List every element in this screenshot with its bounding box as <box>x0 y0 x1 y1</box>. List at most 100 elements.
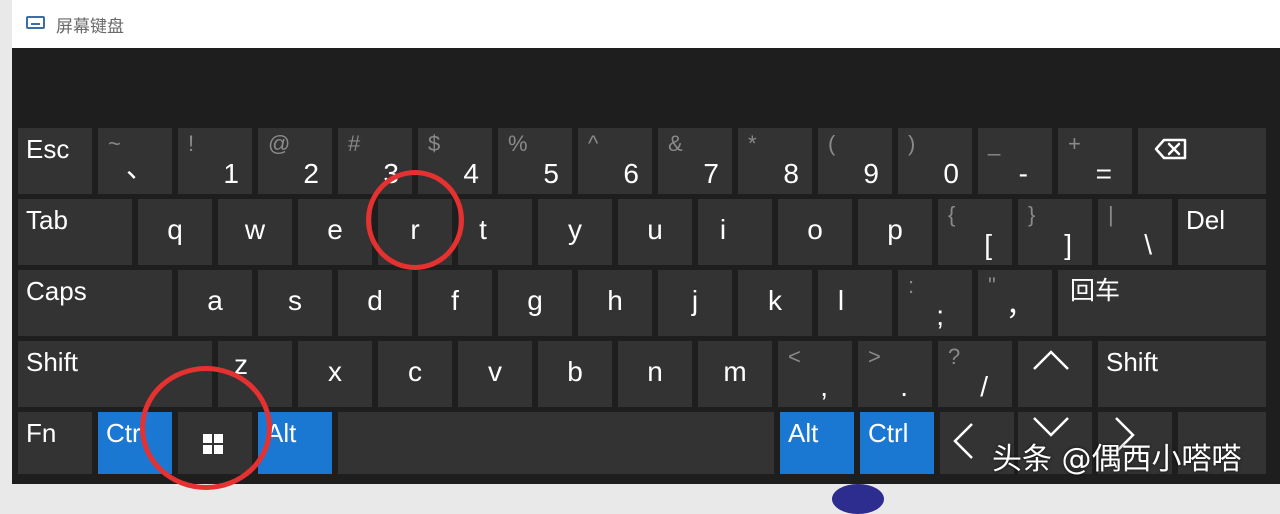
key-x[interactable]: x <box>298 341 372 407</box>
key-left-alt[interactable]: Alt <box>258 412 332 474</box>
key-u[interactable]: u <box>618 199 692 265</box>
key-label: / <box>980 371 988 402</box>
key-e[interactable]: e <box>298 199 372 265</box>
key-7[interactable]: & 7 <box>658 128 732 194</box>
key-enter[interactable]: 回车 <box>1058 270 1266 336</box>
key-tab[interactable]: Tab <box>18 199 132 265</box>
key-5[interactable]: % 5 <box>498 128 572 194</box>
key-backspace[interactable] <box>1138 128 1266 194</box>
key-shift-label: @ <box>268 131 291 156</box>
key-left-ctrl[interactable]: Ctrl <box>98 412 172 474</box>
backspace-icon <box>1154 138 1187 160</box>
title-bar: 屏幕键盘 <box>12 0 1280 48</box>
key-right-bracket[interactable]: } ] <box>1018 199 1092 265</box>
key-label: 3 <box>383 158 399 189</box>
key-shift-label: ( <box>828 131 836 156</box>
key-2[interactable]: @ 2 <box>258 128 332 194</box>
key-b[interactable]: b <box>538 341 612 407</box>
keyboard-area: Esc ~ 、 ! 1 @ 2 # 3 $ 4 % 5 ^ 6 & 7 * 8 … <box>12 48 1280 484</box>
key-label: 、 <box>125 152 154 183</box>
key-label: p <box>887 214 903 245</box>
key-a[interactable]: a <box>178 270 252 336</box>
key-y[interactable]: y <box>538 199 612 265</box>
key-fn[interactable]: Fn <box>18 412 92 474</box>
key-n[interactable]: n <box>618 341 692 407</box>
key-label: Tab <box>26 205 68 235</box>
key-right-shift[interactable]: Shift <box>1098 341 1266 407</box>
key-g[interactable]: g <box>498 270 572 336</box>
window-title: 屏幕键盘 <box>56 17 124 37</box>
key-label: s <box>288 285 302 316</box>
key-o[interactable]: o <box>778 199 852 265</box>
key-up[interactable] <box>1018 341 1092 407</box>
key-shift-label: ? <box>948 344 961 369</box>
key-minus[interactable]: _ - <box>978 128 1052 194</box>
key-6[interactable]: ^ 6 <box>578 128 652 194</box>
key-8[interactable]: * 8 <box>738 128 812 194</box>
windows-icon <box>203 434 223 454</box>
key-label: h <box>607 285 623 316</box>
key-right-alt[interactable]: Alt <box>780 412 854 474</box>
key-0[interactable]: ) 0 <box>898 128 972 194</box>
key-label: \ <box>1144 229 1152 260</box>
key-label: j <box>691 285 699 316</box>
key-shift-label: ~ <box>108 131 121 156</box>
key-equals[interactable]: + = <box>1058 128 1132 194</box>
key-shift-label: : <box>908 273 915 298</box>
key-shift-label: | <box>1108 202 1114 227</box>
key-label: m <box>723 356 747 387</box>
key-m[interactable]: m <box>698 341 772 407</box>
key-f[interactable]: f <box>418 270 492 336</box>
key-h[interactable]: h <box>578 270 652 336</box>
key-comma[interactable]: < , <box>778 341 852 407</box>
key-semicolon[interactable]: : ; <box>898 270 972 336</box>
key-z[interactable]: z <box>218 341 292 407</box>
key-label: u <box>647 214 663 245</box>
key-j[interactable]: j <box>658 270 732 336</box>
key-i[interactable]: i <box>698 199 772 265</box>
key-caps[interactable]: Caps <box>18 270 172 336</box>
key-label: Alt <box>266 418 297 448</box>
key-l[interactable]: l <box>818 270 892 336</box>
key-period[interactable]: > . <box>858 341 932 407</box>
key-label: d <box>367 285 383 316</box>
key-backtick[interactable]: ~ 、 <box>98 128 172 194</box>
key-quote[interactable]: " ， <box>978 270 1052 336</box>
key-label: t <box>479 214 487 245</box>
key-right-ctrl[interactable]: Ctrl <box>860 412 934 474</box>
key-p[interactable]: p <box>858 199 932 265</box>
key-v[interactable]: v <box>458 341 532 407</box>
key-label: , <box>820 371 828 402</box>
key-slash[interactable]: ? / <box>938 341 1012 407</box>
key-shift-label: ^ <box>588 131 599 156</box>
key-space[interactable] <box>338 412 774 474</box>
key-esc[interactable]: Esc <box>18 128 92 194</box>
key-left-shift[interactable]: Shift <box>18 341 212 407</box>
key-label: 1 <box>223 158 239 189</box>
key-w[interactable]: w <box>218 199 292 265</box>
key-del[interactable]: Del <box>1178 199 1266 265</box>
key-label: - <box>1018 158 1028 189</box>
key-label: x <box>328 356 342 387</box>
key-label: Ctrl <box>106 418 147 448</box>
key-windows[interactable] <box>178 412 252 474</box>
key-4[interactable]: $ 4 <box>418 128 492 194</box>
key-backslash[interactable]: | \ <box>1098 199 1172 265</box>
key-r[interactable]: r <box>378 199 452 265</box>
key-label: ， <box>1005 290 1034 321</box>
key-q[interactable]: q <box>138 199 212 265</box>
key-label: f <box>451 285 459 316</box>
key-label: z <box>234 349 248 380</box>
key-left-bracket[interactable]: { [ <box>938 199 1012 265</box>
key-shift-label: { <box>948 202 956 227</box>
key-9[interactable]: ( 9 <box>818 128 892 194</box>
key-3[interactable]: # 3 <box>338 128 412 194</box>
key-shift-label: ) <box>908 131 916 156</box>
key-t[interactable]: t <box>458 199 532 265</box>
key-d[interactable]: d <box>338 270 412 336</box>
key-s[interactable]: s <box>258 270 332 336</box>
key-shift-label: % <box>508 131 528 156</box>
key-c[interactable]: c <box>378 341 452 407</box>
key-k[interactable]: k <box>738 270 812 336</box>
key-1[interactable]: ! 1 <box>178 128 252 194</box>
